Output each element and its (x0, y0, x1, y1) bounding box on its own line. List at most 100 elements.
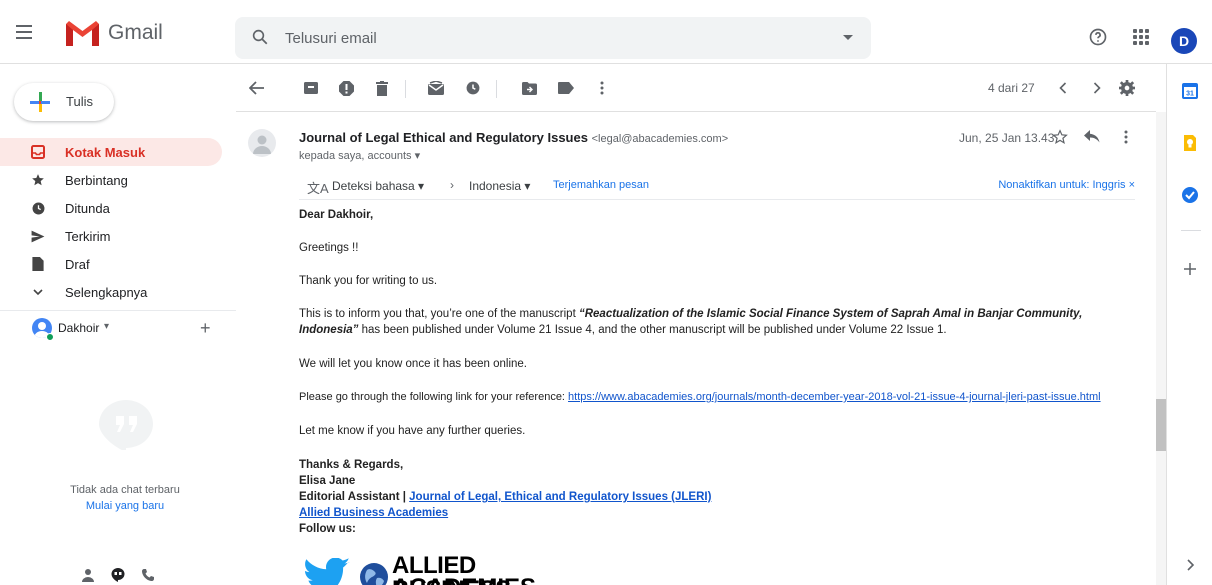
recipients-line[interactable]: kepada saya, accounts ▾ (299, 149, 420, 162)
target-language-select[interactable]: Indonesia ▾ (469, 179, 530, 193)
message-toolbar: 4 dari 27 (236, 64, 1156, 112)
mark-unread-icon[interactable] (427, 79, 445, 97)
globe-logo-icon (360, 563, 388, 585)
body-paragraph: Thank you for writing to us. (299, 275, 438, 287)
contacts-icon[interactable] (81, 568, 95, 582)
side-panel-divider (1181, 230, 1201, 231)
keep-icon[interactable] (1181, 134, 1199, 152)
clock-icon (31, 201, 45, 215)
older-chevron-right-icon[interactable] (1088, 79, 1106, 97)
translate-bar: 文A Deteksi bahasa ▾ › Indonesia ▾ Terjem… (299, 174, 1135, 200)
sidebar-item-label: Selengkapnya (65, 285, 148, 300)
source-language-select[interactable]: Deteksi bahasa ▾ (332, 179, 424, 193)
body-greeting: Dear Dakhoir, (299, 209, 374, 221)
journal-link[interactable]: Journal of Legal, Ethical and Regulatory… (409, 491, 711, 503)
move-to-icon[interactable] (520, 79, 538, 97)
settings-gear-icon[interactable] (1118, 79, 1136, 97)
add-chat-icon[interactable]: + (200, 318, 211, 339)
chat-user-name: Dakhoir (58, 321, 100, 335)
sidebar-item-inbox[interactable]: Kotak Masuk (0, 138, 222, 166)
message-date: Jun, 25 Jan 13.43 (959, 131, 1055, 145)
message-view: Journal of Legal Ethical and Regulatory … (236, 112, 1156, 585)
compose-plus-icon (30, 92, 50, 112)
menu-line (16, 37, 32, 39)
help-icon[interactable] (1088, 27, 1108, 47)
chevron-right-icon: › (450, 178, 454, 192)
add-addon-icon[interactable] (1181, 260, 1199, 278)
sidebar-item-label: Kotak Masuk (65, 145, 146, 160)
logo-text: ACADEMIES (392, 576, 536, 585)
search-icon[interactable] (251, 28, 269, 46)
signature-org: Allied Business Academies (299, 506, 448, 521)
search-box[interactable]: Telusuri email (235, 17, 871, 59)
sender-email: <legal@abacademies.com> (591, 133, 729, 145)
body-paragraph: We will let you know once it has been on… (299, 358, 528, 370)
top-header: Gmail Telusuri email D (0, 0, 1212, 64)
hangouts-user[interactable]: Dakhoir ▾ + (27, 316, 227, 342)
label-icon[interactable] (557, 79, 575, 97)
scrollbar-thumb[interactable] (1156, 399, 1166, 451)
recipients-caret-icon[interactable]: ▾ (415, 150, 421, 162)
toolbar-separator (405, 80, 406, 98)
sidebar-item-label: Ditunda (65, 201, 110, 216)
app-name: Gmail (108, 21, 163, 44)
delete-icon[interactable] (373, 79, 391, 97)
search-input[interactable]: Telusuri email (285, 30, 377, 47)
more-vertical-icon[interactable] (593, 79, 611, 97)
sidebar-item-drafts[interactable]: Draf (0, 250, 222, 278)
signature-line: Thanks & Regards, (299, 459, 404, 471)
message-scrollbar[interactable] (1156, 112, 1166, 585)
pagination-text: 4 dari 27 (988, 81, 1035, 95)
reply-icon[interactable] (1084, 130, 1100, 143)
side-panel: 31 (1166, 64, 1212, 585)
academies-link[interactable]: Allied Business Academies (299, 507, 448, 519)
gmail-app: Gmail Telusuri email D Tulis Kotak Masuk… (0, 0, 1212, 585)
message-more-icon[interactable] (1124, 130, 1128, 144)
menu-line (16, 31, 32, 33)
toolbar-separator (496, 80, 497, 98)
report-spam-icon[interactable] (337, 79, 355, 97)
body-paragraph: Indonesia” has been published under Volu… (299, 324, 947, 336)
body-paragraph: This is to inform you that, you’re one o… (299, 308, 1083, 320)
expand-chevron-icon[interactable] (1181, 556, 1199, 574)
sidebar-item-sent[interactable]: Terkirim (0, 222, 222, 250)
sender-name: Journal of Legal Ethical and Regulatory … (299, 130, 588, 145)
sidebar-item-more[interactable]: Selengkapnya (0, 278, 222, 306)
online-status-icon (46, 333, 54, 341)
caret-down-icon[interactable]: ▾ (104, 321, 109, 332)
sidebar-item-starred[interactable]: Berbintang (0, 166, 222, 194)
sidebar-divider (0, 310, 236, 311)
hangouts-icon[interactable] (111, 568, 125, 582)
follow-us-text: Follow us: (299, 523, 356, 535)
phone-icon[interactable] (141, 568, 155, 582)
account-avatar[interactable]: D (1171, 28, 1197, 54)
apps-grid-icon[interactable] (1133, 29, 1149, 45)
reference-link[interactable]: https://www.abacademies.org/journals/mon… (568, 391, 1101, 403)
sidebar-item-snoozed[interactable]: Ditunda (0, 194, 222, 222)
disable-translation-link[interactable]: Nonaktifkan untuk: Inggris × (998, 179, 1135, 191)
start-new-chat-link[interactable]: Mulai yang baru (0, 500, 250, 512)
gmail-logo[interactable]: Gmail (66, 20, 163, 46)
compose-label: Tulis (66, 94, 93, 109)
search-options-icon[interactable] (843, 35, 853, 40)
send-icon (31, 229, 45, 243)
recipients-text: kepada saya, accounts (299, 150, 412, 162)
gmail-m-icon (66, 20, 99, 46)
sender-avatar (248, 129, 276, 157)
twitter-bird-icon[interactable] (303, 558, 351, 585)
calendar-icon[interactable]: 31 (1181, 82, 1199, 100)
back-arrow-icon[interactable] (248, 79, 266, 97)
star-outline-icon[interactable] (1052, 129, 1068, 145)
sidebar-item-label: Draf (65, 257, 90, 272)
snooze-clock-icon[interactable] (464, 79, 482, 97)
main-menu-button[interactable] (10, 18, 38, 46)
archive-icon[interactable] (302, 79, 320, 97)
sidebar-item-label: Terkirim (65, 229, 111, 244)
signature-name: Elisa Jane (299, 475, 356, 487)
translate-message-link[interactable]: Terjemahkan pesan (553, 179, 649, 191)
hangouts-quote-icon (99, 400, 153, 450)
compose-button[interactable]: Tulis (14, 83, 114, 121)
signature-logos: ALLIED BUSINESS ACADEMIES (303, 554, 573, 585)
tasks-icon[interactable] (1181, 186, 1199, 204)
newer-chevron-left-icon[interactable] (1054, 79, 1072, 97)
